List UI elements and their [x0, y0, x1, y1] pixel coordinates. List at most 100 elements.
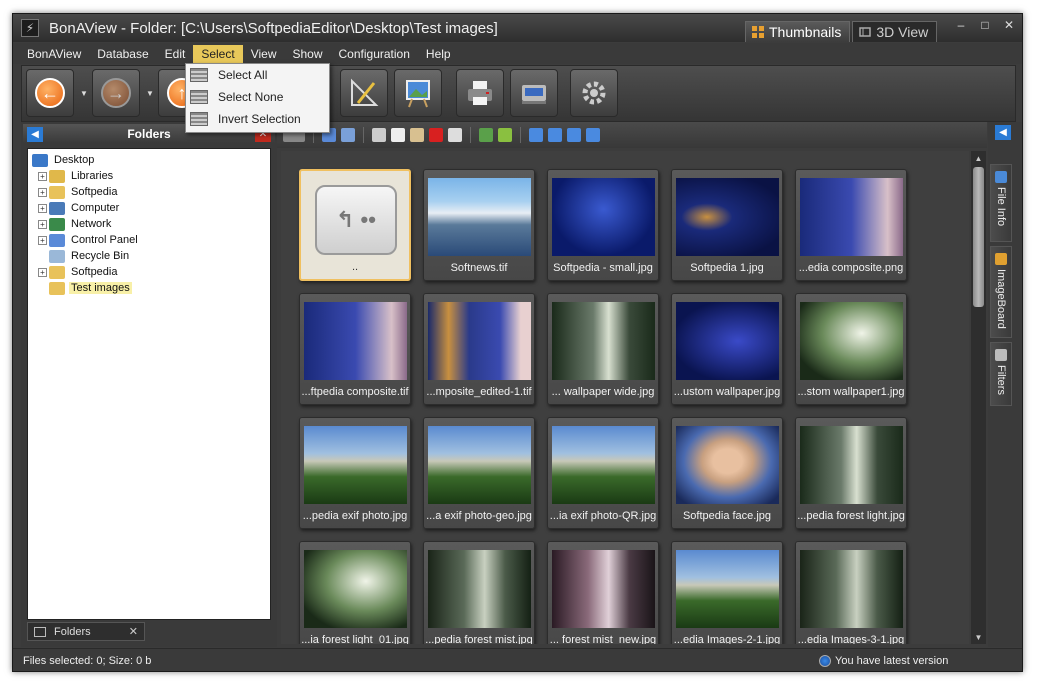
folders-bottom-tab[interactable]: Folders ✕ — [27, 622, 145, 641]
scroll-down-icon[interactable]: ▼ — [971, 630, 986, 644]
image-thumbnail[interactable]: ...stom wallpaper1.jpg — [795, 293, 907, 405]
minimize-button[interactable]: – — [954, 18, 968, 32]
export-icon[interactable] — [498, 128, 512, 142]
thumbnail-image — [428, 178, 531, 256]
grid-icon — [752, 26, 764, 38]
expand-icon[interactable]: + — [38, 187, 47, 197]
image-thumbnail[interactable]: ...pedia forest mist.jpg — [423, 541, 535, 644]
image-thumbnail[interactable]: ...edia Images-3-1.jpg — [795, 541, 907, 644]
image-thumbnail[interactable]: ...ia forest light_01.jpg — [299, 541, 411, 644]
paste-icon[interactable] — [410, 128, 424, 142]
monitor-icon — [34, 626, 46, 637]
tree-item[interactable]: + Control Panel — [28, 232, 270, 248]
expand-icon[interactable]: + — [38, 219, 47, 229]
image-thumbnail[interactable]: Softpedia face.jpg — [671, 417, 783, 529]
select-none-item[interactable]: Select None — [186, 86, 329, 108]
select-all-item[interactable]: Select All — [186, 64, 329, 86]
edit-tool-button[interactable] — [340, 69, 388, 117]
rotate-left-icon[interactable] — [529, 128, 543, 142]
thumbnail-image — [800, 302, 903, 380]
tree-item[interactable]: Test images — [28, 280, 270, 296]
menu-show[interactable]: Show — [284, 45, 330, 63]
expand-icon[interactable]: + — [38, 171, 47, 181]
forward-button[interactable]: → — [92, 69, 140, 117]
close-button[interactable]: ✕ — [1002, 18, 1016, 32]
close-icon[interactable]: ✕ — [129, 625, 138, 638]
expand-icon[interactable]: + — [38, 203, 47, 213]
image-thumbnail[interactable]: ...a exif photo-geo.jpg — [423, 417, 535, 529]
thumbnail-label: ...pedia exif photo.jpg — [302, 510, 408, 522]
flip-horizontal-icon[interactable] — [567, 128, 581, 142]
parent-folder-thumbnail[interactable]: ↰ ••.. — [299, 169, 411, 281]
image-thumbnail[interactable]: ... wallpaper wide.jpg — [547, 293, 659, 405]
image-thumbnail[interactable]: ...pedia exif photo.jpg — [299, 417, 411, 529]
menu-bonaview[interactable]: BonAView — [19, 45, 89, 63]
desktop-icon — [32, 153, 48, 167]
menu-configuration[interactable]: Configuration — [331, 45, 418, 63]
expand-icon[interactable]: + — [38, 267, 47, 277]
rename-icon[interactable] — [448, 128, 462, 142]
tree-item[interactable]: + Network — [28, 216, 270, 232]
image-thumbnail[interactable]: ...mposite_edited-1.tif — [423, 293, 535, 405]
thumbnail-image — [800, 550, 903, 628]
tree-item-label: Control Panel — [71, 234, 138, 246]
delete-icon[interactable] — [429, 128, 443, 142]
tab-filters[interactable]: Filters — [990, 342, 1012, 406]
menu-help[interactable]: Help — [418, 45, 459, 63]
collapse-right-icon[interactable]: ◀ — [995, 125, 1011, 140]
copy-icon[interactable] — [391, 128, 405, 142]
flip-vertical-icon[interactable] — [586, 128, 600, 142]
menu-select[interactable]: Select — [193, 44, 243, 63]
back-button[interactable]: ← — [26, 69, 74, 117]
tab-imageboard-label: ImageBoard — [995, 269, 1007, 329]
tree-item[interactable]: Recycle Bin — [28, 248, 270, 264]
scan-button[interactable] — [510, 69, 558, 117]
tree-item[interactable]: + Softpedia — [28, 264, 270, 280]
image-thumbnail[interactable]: Softpedia 1.jpg — [671, 169, 783, 281]
tree-item[interactable]: + Softpedia — [28, 184, 270, 200]
folder-icon — [49, 185, 65, 199]
image-thumbnail[interactable]: Softpedia - small.jpg — [547, 169, 659, 281]
expand-icon[interactable]: + — [38, 235, 47, 245]
tree-item[interactable]: + Computer — [28, 200, 270, 216]
folders-title: Folders — [127, 126, 171, 141]
vertical-scrollbar[interactable]: ▲ ▼ — [971, 151, 986, 644]
tab-file-info[interactable]: File Info — [990, 164, 1012, 242]
image-thumbnail[interactable]: ...pedia forest light.jpg — [795, 417, 907, 529]
browse-icon[interactable] — [341, 128, 355, 142]
scrollbar-thumb[interactable] — [973, 167, 984, 307]
print-button[interactable] — [456, 69, 504, 117]
update-status-text: You have latest version — [835, 654, 949, 667]
tree-item[interactable]: Desktop — [28, 152, 270, 168]
image-thumbnail[interactable]: ...edia Images-2-1.jpg — [671, 541, 783, 644]
menu-view[interactable]: View — [243, 45, 285, 63]
toolbar-separator — [363, 127, 364, 143]
tab-imageboard[interactable]: ImageBoard — [990, 246, 1012, 338]
scroll-up-icon[interactable]: ▲ — [971, 151, 986, 165]
collapse-left-icon[interactable]: ◀ — [27, 127, 43, 142]
cut-icon[interactable] — [372, 128, 386, 142]
menu-edit[interactable]: Edit — [157, 45, 194, 63]
tab-3d-view[interactable]: 3D View — [852, 21, 938, 42]
imageboard-icon — [995, 253, 1007, 265]
maximize-button[interactable]: □ — [978, 18, 992, 32]
tree-item[interactable]: + Libraries — [28, 168, 270, 184]
rotate-right-icon[interactable] — [548, 128, 562, 142]
image-thumbnail[interactable]: ...ia exif photo-QR.jpg — [547, 417, 659, 529]
tab-thumbnails[interactable]: Thumbnails — [745, 21, 851, 42]
menu-database[interactable]: Database — [89, 45, 156, 63]
image-thumbnail[interactable]: ... forest mist_new.jpg — [547, 541, 659, 644]
image-thumbnail[interactable]: ...ftpedia composite.tif — [299, 293, 411, 405]
image-view-button[interactable] — [394, 69, 442, 117]
settings-button[interactable] — [570, 69, 618, 117]
view-tabs: Thumbnails 3D View — [745, 21, 939, 42]
thumbnail-toolbar — [277, 122, 987, 148]
title-bar[interactable]: ⚡ BonAView - Folder: [C:\Users\Softpedia… — [13, 14, 1022, 42]
add-to-board-icon[interactable] — [479, 128, 493, 142]
image-thumbnail[interactable]: ...edia composite.png — [795, 169, 907, 281]
image-thumbnail[interactable]: ...ustom wallpaper.jpg — [671, 293, 783, 405]
image-thumbnail[interactable]: Softnews.tif — [423, 169, 535, 281]
back-dropdown[interactable]: ▼ — [76, 69, 92, 117]
forward-dropdown[interactable]: ▼ — [142, 69, 158, 117]
invert-selection-item[interactable]: Invert Selection — [186, 108, 329, 130]
